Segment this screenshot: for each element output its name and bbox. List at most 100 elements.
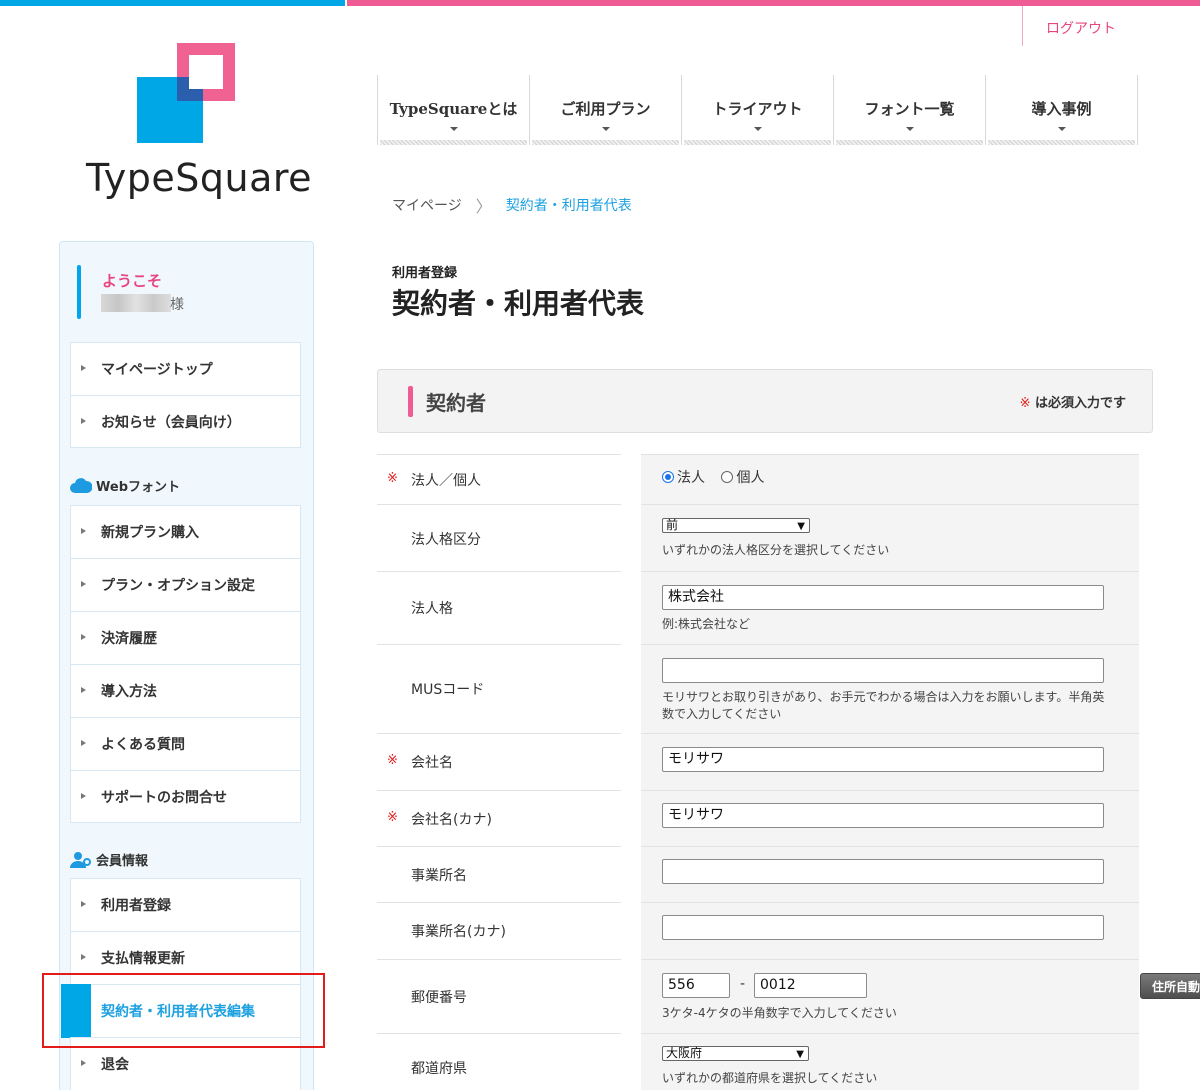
section-title: 契約者: [426, 391, 486, 415]
postal-code-first-input[interactable]: 556: [662, 973, 730, 998]
radio-corporate-label[interactable]: 法人: [677, 470, 705, 486]
chevron-down-icon: [753, 127, 762, 131]
radio-selected-icon[interactable]: [662, 471, 674, 483]
label-cell: 事業所名(カナ): [377, 902, 621, 959]
office-name-input[interactable]: [662, 859, 1104, 884]
sidebar-item-label: 支払情報更新: [101, 951, 185, 967]
value-cell: モリサワとお取り引きがあり、お手元でわかる場合は入力をお願いします。半角英数で入…: [641, 644, 1139, 733]
corp-type-position-hint: いずれかの法人格区分を選択してください: [662, 543, 890, 557]
prefecture-label: 都道府県: [411, 1061, 467, 1077]
select-value: 前: [666, 518, 679, 532]
corp-type-position-label: 法人格区分: [411, 532, 481, 548]
form-row-prefecture: 都道府県 大阪府 ▼ いずれかの都道府県を選択してください: [377, 1033, 1139, 1090]
label-cell: ※ 会社名(カナ): [377, 790, 621, 846]
radio-corporate[interactable]: 法人: [662, 470, 705, 486]
value-cell: 556 - 0012 住所自動入力 3ケタ-4ケタの半角数字で入力してください: [641, 959, 1200, 1033]
radio-individual-label[interactable]: 個人: [736, 470, 764, 486]
breadcrumb-separator: 〉: [475, 197, 492, 216]
nav-item-plans[interactable]: ご利用プラン: [529, 75, 682, 145]
breadcrumb-current: 契約者・利用者代表: [505, 198, 632, 214]
form-row-corp-type-position: 法人格区分 前 ▼ いずれかの法人格区分を選択してください: [377, 504, 1139, 571]
sidebar-item-faq[interactable]: よくある質問: [70, 717, 301, 770]
value-cell: モリサワ: [641, 733, 1139, 790]
label-cell: 事業所名: [377, 846, 621, 902]
bullet-triangle-icon: [81, 687, 86, 693]
nav-item-cases[interactable]: 導入事例: [985, 75, 1138, 145]
breadcrumb-home-link[interactable]: マイページ: [392, 195, 462, 215]
page-title: 契約者・利用者代表: [392, 287, 645, 320]
sidebar-item-support[interactable]: サポートのお問合せ: [70, 770, 301, 823]
typesquare-logo-text[interactable]: TypeSquare: [86, 156, 312, 200]
form-row-corp-type: 法人格 株式会社 例:株式会社など: [377, 571, 1139, 644]
nav-item-tryout[interactable]: トライアウト: [681, 75, 834, 145]
nav-item-label: トライアウト: [712, 100, 803, 118]
user-gear-icon: [70, 851, 92, 873]
form-row-office-kana: 事業所名(カナ): [377, 902, 1139, 959]
sidebar-item-label: 利用者登録: [101, 898, 171, 914]
top-accent-bar-blue: [0, 0, 345, 6]
corp-type-input[interactable]: 株式会社: [662, 585, 1104, 610]
office-kana-input[interactable]: [662, 915, 1104, 940]
bullet-triangle-icon: [81, 634, 86, 640]
required-mark: ※: [387, 471, 398, 486]
cloud-icon: [70, 477, 93, 498]
chevron-down-icon: [449, 127, 458, 131]
sidebar-item-mypage-top[interactable]: マイページトップ: [70, 342, 301, 395]
entity-label: 法人／個人: [411, 473, 481, 489]
breadcrumb: マイページ 〉 契約者・利用者代表: [392, 193, 632, 217]
sidebar-item-new-plan[interactable]: 新規プラン購入: [70, 505, 301, 558]
bullet-triangle-icon: [81, 365, 86, 371]
prefecture-hint: いずれかの都道府県を選択してください: [662, 1071, 878, 1085]
global-nav: TypeSquareとは ご利用プラン トライアウト フォント一覧 導入事例: [377, 75, 1138, 145]
sidebar-item-news[interactable]: お知らせ（会員向け）: [70, 395, 301, 448]
sidebar-item-label: マイページトップ: [101, 362, 213, 378]
corp-type-label: 法人格: [411, 601, 453, 617]
user-honorific: 様: [170, 297, 184, 313]
sidebar-item-payment-history[interactable]: 決済履歴: [70, 611, 301, 664]
sidebar-heading-label: 会員情報: [96, 854, 149, 869]
sidebar-item-plan-settings[interactable]: プラン・オプション設定: [70, 558, 301, 611]
sidebar-item-label: 退会: [101, 1057, 129, 1073]
form-row-office-name: 事業所名: [377, 846, 1139, 902]
entity-radio-group: 法人 個人: [662, 467, 764, 487]
prefecture-select[interactable]: 大阪府 ▼: [662, 1046, 809, 1061]
bullet-triangle-icon: [81, 740, 86, 746]
logout-link[interactable]: ログアウト: [1046, 18, 1116, 38]
sidebar-item-user-registration[interactable]: 利用者登録: [70, 878, 301, 931]
mus-code-input[interactable]: [662, 658, 1104, 683]
nav-item-label: ご利用プラン: [560, 100, 651, 118]
value-cell: [641, 846, 1139, 902]
sidebar-item-setup-guide[interactable]: 導入方法: [70, 664, 301, 717]
value-cell: 前 ▼ いずれかの法人格区分を選択してください: [641, 504, 1139, 571]
label-cell: 郵便番号: [377, 959, 621, 1033]
corp-type-position-select[interactable]: 前 ▼: [662, 518, 810, 533]
value-cell: モリサワ: [641, 790, 1139, 846]
user-name-redacted: [101, 294, 171, 312]
value-cell: [641, 902, 1139, 959]
label-cell: ※ 会社名: [377, 733, 621, 790]
label-cell: 都道府県: [377, 1033, 621, 1090]
sidebar-item-label: プラン・オプション設定: [101, 578, 255, 594]
page-subtitle: 利用者登録: [392, 266, 458, 281]
company-name-input[interactable]: モリサワ: [662, 747, 1104, 772]
postal-code-second-input[interactable]: 0012: [754, 973, 867, 998]
company-kana-label: 会社名(カナ): [411, 812, 492, 828]
nav-item-about[interactable]: TypeSquareとは: [377, 75, 530, 145]
chevron-down-icon: [1057, 127, 1066, 131]
required-mark: ※: [387, 810, 398, 825]
address-autofill-button[interactable]: 住所自動入力: [1140, 973, 1200, 999]
postal-hint: 3ケタ-4ケタの半角数字で入力してください: [662, 1006, 897, 1020]
radio-unselected-icon[interactable]: [721, 471, 734, 483]
welcome-text: ようこそ: [102, 272, 163, 290]
bullet-triangle-icon: [81, 528, 86, 534]
bullet-triangle-icon: [81, 418, 86, 424]
radio-individual[interactable]: 個人: [721, 470, 764, 486]
label-cell: 法人格: [377, 571, 621, 644]
welcome-accent-bar: [77, 265, 81, 319]
company-kana-input[interactable]: モリサワ: [662, 803, 1104, 828]
nav-item-fonts[interactable]: フォント一覧: [833, 75, 986, 145]
corp-type-hint: 例:株式会社など: [662, 617, 751, 631]
typesquare-logo-mark[interactable]: [137, 43, 237, 143]
label-cell: ※ 法人／個人: [377, 454, 621, 504]
nav-item-label: フォント一覧: [864, 100, 955, 118]
